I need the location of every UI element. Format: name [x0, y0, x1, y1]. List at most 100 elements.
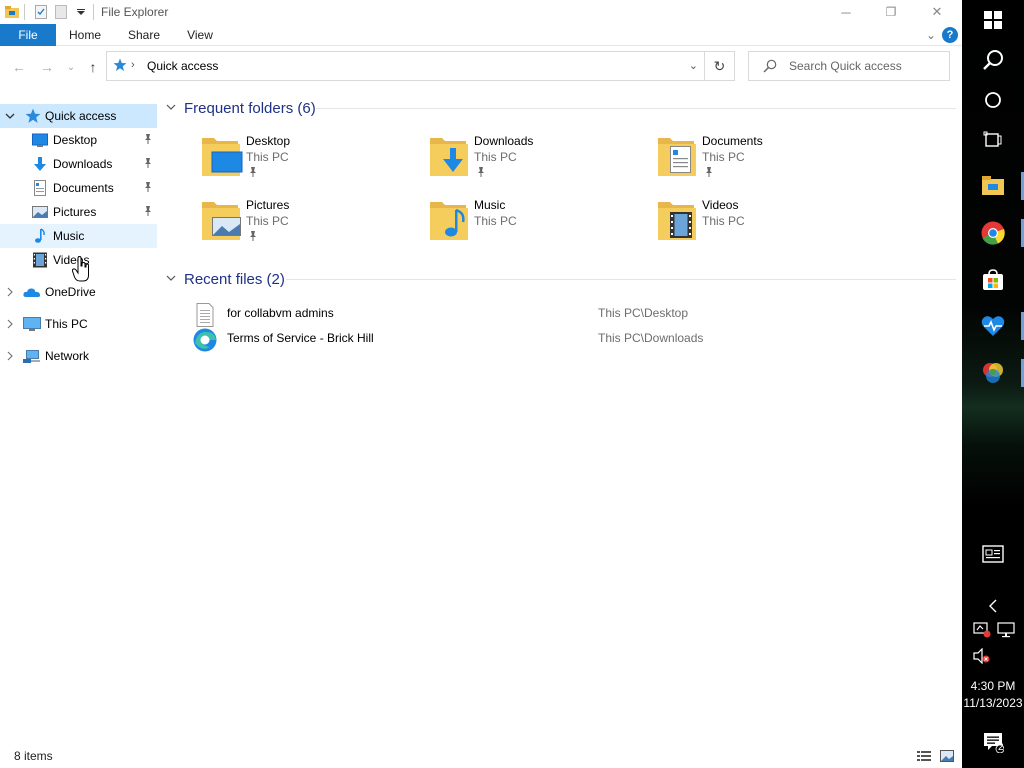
download-icon: [32, 156, 48, 172]
search-icon: [763, 59, 777, 76]
desktop-folder-icon: [200, 132, 244, 180]
folder-name: Pictures: [246, 198, 290, 212]
frequent-folders-header[interactable]: Frequent folders (6): [166, 98, 316, 118]
new-folder-icon[interactable]: [53, 4, 69, 20]
sidebar-item-onedrive[interactable]: OneDrive: [0, 280, 157, 304]
refresh-icon[interactable]: ↻: [704, 52, 734, 80]
sidebar-item-downloads[interactable]: Downloads: [0, 152, 157, 176]
sidebar-item-desktop[interactable]: Desktop: [0, 128, 157, 152]
tab-home[interactable]: Home: [62, 24, 108, 46]
minimize-button[interactable]: ─: [823, 0, 869, 24]
recent-files-header[interactable]: Recent files (2): [166, 269, 285, 289]
clock[interactable]: 4:30 PM 11/13/2023: [962, 678, 1024, 712]
tab-file[interactable]: File: [0, 24, 56, 46]
desktop-icon: [32, 132, 48, 148]
folder-name: Downloads: [474, 134, 534, 148]
close-button[interactable]: ✕: [914, 0, 960, 24]
sidebar-item-music[interactable]: Music: [0, 224, 157, 248]
microsoft-store-icon[interactable]: [962, 260, 1024, 300]
sidebar-item-network[interactable]: Network: [0, 344, 157, 368]
color-app-icon[interactable]: [962, 353, 1024, 393]
pin-icon: [248, 230, 258, 242]
ribbon-controls: ⌄ ?: [926, 27, 958, 43]
star-icon: [25, 108, 41, 124]
group-title: Frequent folders (6): [184, 99, 316, 117]
folder-tile-downloads[interactable]: Downloads This PC: [428, 132, 648, 188]
details-view-icon[interactable]: [916, 748, 932, 764]
hand-pointer-cursor-icon: [71, 255, 92, 282]
sidebar-item-label: Pictures: [53, 205, 97, 219]
collapse-chevron-icon[interactable]: [4, 109, 16, 123]
up-arrow-icon[interactable]: ↑: [84, 58, 102, 76]
news-icon[interactable]: [962, 534, 1024, 574]
folder-name: Desktop: [246, 134, 291, 148]
large-icons-view-icon[interactable]: [939, 748, 955, 764]
notifications-icon[interactable]: 2: [962, 722, 1024, 762]
expand-chevron-icon[interactable]: [4, 317, 16, 331]
status-bar: 8 items: [0, 744, 962, 768]
display-icon[interactable]: [992, 612, 1020, 648]
folder-name: Videos: [702, 198, 739, 212]
pin-icon: [248, 166, 258, 178]
folder-tile-videos[interactable]: Videos This PC: [656, 196, 876, 252]
navigation-pane: Quick access Desktop Downloads Documents…: [0, 104, 157, 724]
recent-locations-chevron-icon[interactable]: ⌄: [62, 58, 80, 76]
collapse-chevron-icon[interactable]: [166, 103, 176, 114]
sidebar-item-pictures[interactable]: Pictures: [0, 200, 157, 224]
music-icon: [32, 228, 48, 244]
folder-name: Documents: [702, 134, 763, 148]
folder-tile-music[interactable]: Music This PC: [428, 196, 648, 252]
sidebar-item-this-pc[interactable]: This PC: [0, 312, 157, 336]
address-bar[interactable]: › Quick access ⌄ ↻: [106, 51, 735, 81]
help-button[interactable]: ?: [942, 27, 958, 43]
chrome-icon[interactable]: [962, 213, 1024, 253]
task-view-icon[interactable]: [962, 120, 1024, 160]
sidebar-item-quick-access[interactable]: Quick access: [0, 104, 157, 128]
folder-location: This PC: [474, 214, 517, 228]
folder-location: This PC: [702, 214, 745, 228]
network-icon: [23, 348, 40, 364]
sidebar-item-documents[interactable]: Documents: [0, 176, 157, 200]
group-divider: [286, 279, 956, 280]
documents-folder-icon: [656, 132, 700, 180]
restore-button[interactable]: ❐: [868, 0, 914, 24]
folder-location: This PC: [702, 150, 745, 164]
file-explorer-icon[interactable]: [962, 166, 1024, 206]
sidebar-item-label: Quick access: [45, 109, 117, 123]
address-dropdown-chevron-icon[interactable]: ⌄: [689, 59, 698, 72]
volume-muted-icon[interactable]: [968, 638, 996, 674]
folder-location: This PC: [474, 150, 517, 164]
recent-file-row[interactable]: for collabvm admins This PC\Desktop: [190, 301, 890, 327]
clock-date: 11/13/2023: [963, 696, 1023, 710]
recent-file-row[interactable]: Terms of Service - Brick Hill This PC\Do…: [190, 326, 890, 352]
breadcrumb-quick-access[interactable]: Quick access: [147, 59, 218, 73]
search-input[interactable]: Search Quick access: [789, 59, 902, 73]
windows-start-icon[interactable]: [962, 0, 1024, 40]
toolbar-divider: [24, 4, 25, 20]
tab-share[interactable]: Share: [122, 24, 166, 46]
expand-chevron-icon[interactable]: [4, 285, 16, 299]
videos-folder-icon: [656, 196, 700, 244]
health-app-icon[interactable]: [962, 306, 1024, 346]
notification-count: 2: [998, 742, 1004, 753]
folder-tile-pictures[interactable]: Pictures This PC: [200, 196, 420, 252]
search-box[interactable]: Search Quick access: [748, 51, 950, 81]
breadcrumb-chevron-icon[interactable]: ›: [131, 59, 135, 71]
back-arrow-icon[interactable]: ←: [10, 58, 28, 76]
customize-toolbar-chevron-icon[interactable]: [73, 4, 89, 20]
tab-view[interactable]: View: [180, 24, 220, 46]
expand-chevron-icon[interactable]: [4, 349, 16, 363]
pictures-folder-icon: [200, 196, 244, 244]
collapse-chevron-icon[interactable]: [166, 274, 176, 285]
folder-tile-desktop[interactable]: Desktop This PC: [200, 132, 420, 188]
properties-icon[interactable]: [33, 4, 49, 20]
pin-icon: [143, 205, 153, 219]
forward-arrow-icon[interactable]: →: [38, 58, 56, 76]
edge-icon: [190, 328, 218, 352]
search-icon[interactable]: [962, 40, 1024, 80]
expand-ribbon-chevron-icon[interactable]: ⌄: [926, 28, 936, 42]
cortana-icon[interactable]: [962, 80, 1024, 120]
folder-tile-documents[interactable]: Documents This PC: [656, 132, 876, 188]
videos-icon: [32, 252, 48, 268]
app-folder-icon[interactable]: [4, 4, 20, 20]
